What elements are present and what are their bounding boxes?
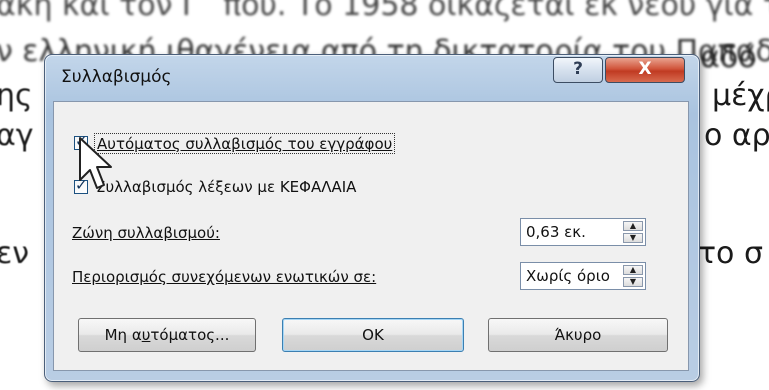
dialog-client-area: ✓ Αυτόματος συλλαβισμός του εγγράφου ✓ Σ… <box>53 101 689 371</box>
spinner-up-icon[interactable]: ▲ <box>623 221 643 231</box>
close-button[interactable]: X <box>605 57 685 83</box>
spinner-down-icon[interactable]: ▼ <box>623 233 643 243</box>
document-text-fragment: το σ <box>698 236 763 271</box>
document-text-line: ακη και τον Γ΄ πού. Το 1958 δικάζεται εκ… <box>0 0 769 23</box>
cancel-button[interactable]: Άκυρο <box>488 318 668 352</box>
hyphenate-caps-label[interactable]: Συλλαβισμός λέξεων με ΚΕΦΑΛΑΙΑ <box>96 178 356 196</box>
hyphenation-zone-value[interactable]: 0,63 εκ. <box>526 223 586 241</box>
spinner-up-icon[interactable]: ▲ <box>623 265 643 275</box>
document-text-fragment: μέχρ <box>712 78 769 113</box>
auto-hyphenate-label[interactable]: Αυτόματος συλλαβισμός του εγγράφου <box>97 135 392 153</box>
ok-button[interactable]: OK <box>282 318 464 352</box>
document-text-fragment: ο αρ <box>704 118 769 153</box>
hyphenation-dialog: Συλλαβισμός ? X ✓ Αυτόματος συλλαβισμός … <box>44 54 700 382</box>
dialog-title: Συλλαβισμός <box>61 67 172 87</box>
auto-hyphenate-focus: Αυτόματος συλλαβισμός του εγγράφου <box>94 133 396 154</box>
consecutive-hyphens-value[interactable]: Χωρίς όριο <box>526 267 610 285</box>
help-icon: ? <box>573 59 583 79</box>
document-text-line: εν <box>0 236 29 271</box>
document-text-line: ης <box>0 78 33 113</box>
hyphenation-zone-spinner[interactable]: 0,63 εκ. ▲ ▼ <box>520 218 646 246</box>
screenshot-stage: ακη και τον Γ΄ πού. Το 1958 δικάζεται εκ… <box>0 0 769 390</box>
mouse-pointer-icon <box>79 137 112 189</box>
manual-hyphenation-button[interactable]: Μη αυτόματος... <box>78 318 256 352</box>
document-text-fragment: αδό <box>700 40 757 75</box>
spinner-arrows: ▲ ▼ <box>623 265 643 287</box>
consecutive-hyphens-label: Περιορισμός συνεχόμενων ενωτικών σε: <box>72 268 377 286</box>
consecutive-hyphens-spinner[interactable]: Χωρίς όριο ▲ ▼ <box>520 262 646 290</box>
document-text-line: αγ <box>0 118 34 153</box>
hyphenation-zone-label: Ζώνη συλλαβισμού: <box>72 224 220 242</box>
dialog-titlebar[interactable]: Συλλαβισμός ? X <box>45 55 699 101</box>
spinner-arrows: ▲ ▼ <box>623 221 643 243</box>
help-button[interactable]: ? <box>553 57 603 83</box>
close-icon: X <box>638 59 652 79</box>
spinner-down-icon[interactable]: ▼ <box>623 277 643 287</box>
